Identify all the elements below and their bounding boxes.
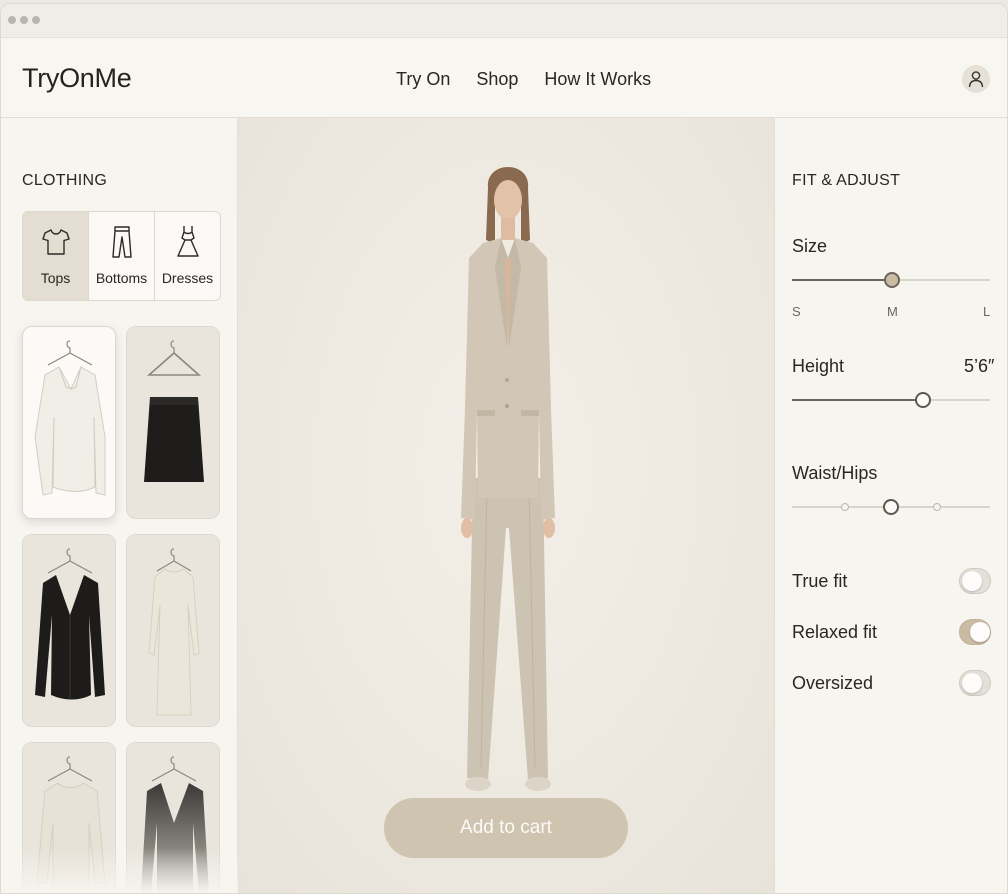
height-label: Height: [792, 356, 845, 376]
waist-hips-slider-handle[interactable]: [883, 499, 899, 515]
minimize-window-dot[interactable]: [20, 16, 28, 24]
clothing-item-cream-sweater[interactable]: [22, 742, 116, 893]
nav-try-on[interactable]: Try On: [396, 69, 450, 90]
waist-hips-label: Waist/Hips: [792, 463, 878, 483]
tab-dresses-label: Dresses: [161, 270, 214, 286]
height-value: 5’6″: [964, 356, 995, 376]
nav-shop[interactable]: Shop: [476, 69, 518, 90]
model-figure: [461, 167, 555, 791]
clothing-item-white-blouse[interactable]: [22, 326, 116, 519]
tab-dresses[interactable]: Dresses: [155, 212, 220, 300]
size-slider-handle[interactable]: [884, 272, 900, 288]
cream-sweater-image: [36, 756, 106, 893]
fit-adjust-panel: FIT & ADJUST Size S M L Height 5’6″ Wais…: [774, 118, 1007, 893]
oversized-toggle[interactable]: [959, 670, 991, 696]
category-tabs: Tops Bottoms Dresses: [22, 211, 221, 301]
add-to-cart-button[interactable]: Add to cart: [384, 798, 628, 858]
true-fit-toggle[interactable]: [959, 568, 991, 594]
waist-hips-step-dot: [933, 503, 941, 511]
black-skirt-image: [144, 340, 204, 482]
black-cardigan-image: [35, 548, 105, 700]
avatar-button[interactable]: [962, 62, 990, 96]
try-on-preview: Add to cart: [238, 118, 774, 893]
clothing-item-black-cardigan[interactable]: [22, 534, 116, 727]
pants-icon: [111, 226, 132, 258]
waist-hips-step-dot: [841, 503, 849, 511]
oversized-label: Oversized: [792, 673, 874, 693]
nav-how-it-works[interactable]: How It Works: [544, 69, 651, 90]
size-tick-l: L: [983, 304, 991, 319]
clothing-panel: CLOTHING Tops Bottoms Dresses: [1, 118, 238, 893]
clothing-item-gray-blazer[interactable]: [126, 742, 220, 893]
fit-title: FIT & ADJUST: [792, 172, 901, 189]
white-blouse-image: [34, 340, 106, 496]
maximize-window-dot[interactable]: [32, 16, 40, 24]
tab-bottoms[interactable]: Bottoms: [89, 212, 155, 300]
gray-blazer-image: [141, 756, 209, 893]
app-logo[interactable]: TryOnMe: [22, 63, 132, 94]
relaxed-fit-toggle[interactable]: [959, 619, 991, 645]
dress-icon: [176, 226, 199, 257]
size-tick-s: S: [792, 304, 801, 319]
title-bar: [1, 4, 1007, 38]
clothing-title: CLOTHING: [22, 172, 108, 189]
tab-tops[interactable]: Tops: [23, 212, 89, 300]
nav-links: Try On Shop How It Works: [396, 69, 651, 90]
size-label: Size: [792, 236, 828, 256]
tab-bottoms-label: Bottoms: [95, 270, 148, 286]
clothing-item-cream-knit-dress[interactable]: [126, 534, 220, 727]
tshirt-icon: [41, 229, 70, 255]
app-window: TryOnMe Try On Shop How It Works CLOTHIN…: [0, 3, 1008, 894]
cream-knit-dress-image: [148, 548, 200, 716]
height-slider-fill: [792, 399, 923, 401]
height-slider-handle[interactable]: [915, 392, 931, 408]
true-fit-label: True fit: [792, 571, 848, 591]
size-slider-fill: [792, 279, 892, 281]
user-icon: [962, 65, 990, 93]
relaxed-fit-label: Relaxed fit: [792, 622, 878, 642]
window-controls: [8, 16, 40, 24]
tab-tops-label: Tops: [40, 270, 71, 286]
top-navbar: TryOnMe Try On Shop How It Works: [1, 38, 1007, 118]
close-window-dot[interactable]: [8, 16, 16, 24]
size-tick-m: M: [887, 304, 898, 319]
clothing-item-black-skirt[interactable]: [126, 326, 220, 519]
